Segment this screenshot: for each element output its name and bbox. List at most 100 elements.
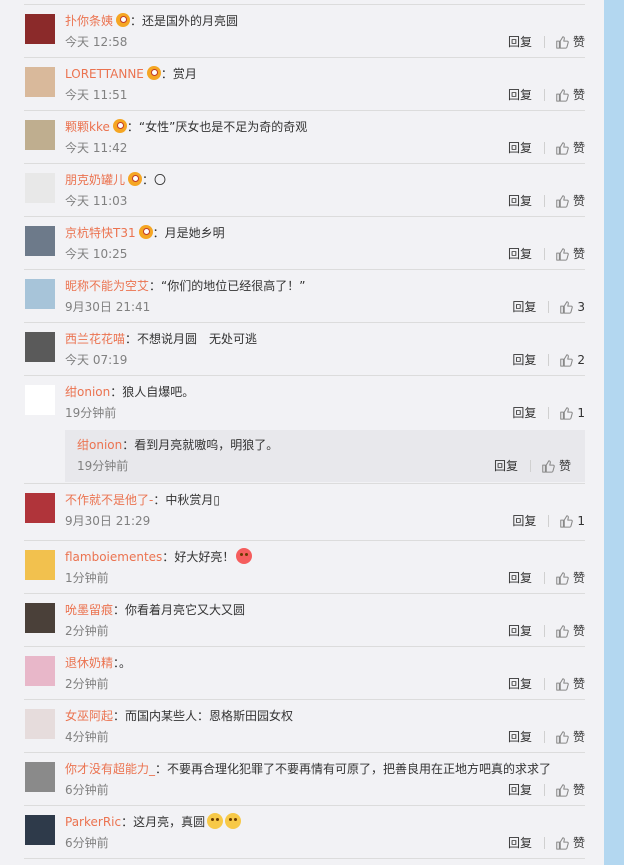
like-button[interactable]: 2	[559, 352, 585, 368]
reply-button[interactable]: 回复	[508, 140, 532, 156]
avatar[interactable]	[25, 173, 55, 203]
username-link[interactable]: 朋克奶罐儿	[65, 173, 125, 187]
comment-item: 退休奶精：。 2分钟前 回复 赞	[24, 646, 585, 700]
reply-button[interactable]: 回复	[508, 246, 532, 262]
comment-line: 不作就不是他了-：中秋赏月▯	[65, 491, 220, 509]
username-link[interactable]: LORETTANNE	[65, 67, 144, 81]
avatar[interactable]	[25, 762, 55, 792]
comment-colon: ：	[126, 120, 139, 134]
like-button[interactable]: 赞	[541, 458, 571, 474]
like-button[interactable]: 赞	[555, 87, 585, 103]
avatar[interactable]	[25, 120, 55, 150]
reply-button[interactable]: 回复	[508, 34, 532, 50]
like-button[interactable]: 赞	[555, 140, 585, 156]
action-separator	[543, 625, 545, 637]
action-separator	[543, 36, 545, 48]
thumbs-up-icon	[555, 624, 573, 638]
username-link[interactable]: 退休奶精	[65, 656, 113, 670]
avatar[interactable]	[25, 385, 55, 415]
comment-line: 朋克奶罐儿 ：〇	[65, 171, 166, 189]
like-button[interactable]: 1	[559, 513, 585, 529]
like-count: 赞	[572, 35, 585, 49]
comment-colon: ：	[121, 815, 134, 829]
comment-actions: 回复 2	[512, 352, 585, 368]
comment-colon: ：	[152, 226, 165, 240]
reply-button[interactable]: 回复	[494, 458, 518, 474]
comment-time: 4分钟前	[65, 730, 109, 744]
reply-button[interactable]: 回复	[508, 623, 532, 639]
like-button[interactable]: 3	[559, 299, 585, 315]
username-link[interactable]: 扑你条姨	[65, 14, 113, 28]
reply-button[interactable]: 回复	[508, 87, 532, 103]
avatar[interactable]	[25, 493, 55, 523]
username-link[interactable]: 女巫阿起	[65, 709, 113, 723]
action-separator	[543, 248, 545, 260]
username-link[interactable]: 吮墨留痕	[65, 603, 113, 617]
reply-button[interactable]: 回复	[508, 193, 532, 209]
comment-item: 京杭特快T31 ：月是她乡明 今天 10:25 回复 赞	[24, 216, 585, 270]
comment-text: 月是她乡明	[164, 226, 225, 240]
avatar[interactable]	[25, 14, 55, 44]
avatar[interactable]	[25, 226, 55, 256]
comment-item: 女巫阿起：而国内某些人：恩格斯田园女权 4分钟前 回复 赞	[24, 699, 585, 753]
avatar[interactable]	[25, 656, 55, 686]
avatar-image	[25, 603, 55, 633]
avatar[interactable]	[25, 603, 55, 633]
avatar[interactable]	[25, 709, 55, 739]
comment-line: 你才没有超能力_：不要再合理化犯罪了不要再情有可原了，把善良用在正地方吧真的求求…	[65, 760, 551, 778]
reply-button[interactable]: 回复	[508, 782, 532, 798]
username-link[interactable]: ParkerRic	[65, 815, 121, 829]
like-button[interactable]: 赞	[555, 193, 585, 209]
verified-badge-icon	[146, 66, 161, 80]
username-link[interactable]: 昵称不能为空艾	[65, 279, 149, 293]
avatar[interactable]	[25, 815, 55, 845]
like-button[interactable]: 赞	[555, 676, 585, 692]
avatar[interactable]	[25, 550, 55, 580]
avatar[interactable]	[25, 67, 55, 97]
username-link[interactable]: flamboiementes	[65, 550, 162, 564]
thumbs-up-icon	[555, 35, 573, 49]
like-button[interactable]: 1	[559, 405, 585, 421]
thumbs-up-icon	[555, 836, 573, 850]
like-button[interactable]: 赞	[555, 782, 585, 798]
like-button[interactable]: 赞	[555, 246, 585, 262]
avatar-image	[25, 815, 55, 845]
avatar[interactable]	[25, 332, 55, 362]
like-button[interactable]: 赞	[555, 623, 585, 639]
username-link[interactable]: 绀onion	[65, 385, 110, 399]
like-button[interactable]: 赞	[555, 570, 585, 586]
username-link[interactable]: 京杭特快T31	[65, 226, 136, 240]
heart-eyes-emoji-icon	[236, 548, 253, 564]
comment-time: 6分钟前	[65, 836, 109, 850]
like-count: 赞	[572, 624, 585, 638]
username-link[interactable]: 颗颗kke	[65, 120, 110, 134]
thumbs-up-icon	[555, 677, 573, 691]
like-button[interactable]: 赞	[555, 729, 585, 745]
action-separator	[543, 89, 545, 101]
action-separator	[543, 731, 545, 743]
username-link[interactable]: 西兰花花喵	[65, 332, 125, 346]
reply-button[interactable]: 回复	[512, 405, 536, 421]
avatar-image	[25, 709, 55, 739]
reply-button[interactable]: 回复	[508, 835, 532, 851]
reply-button[interactable]: 回复	[512, 513, 536, 529]
comment-actions: 回复 1	[512, 513, 585, 529]
avatar[interactable]	[25, 279, 55, 309]
reply-button[interactable]: 回复	[508, 729, 532, 745]
comment-time: 今天 12:58	[65, 35, 128, 49]
reply-button[interactable]: 回复	[512, 299, 536, 315]
thumbs-up-icon	[555, 141, 573, 155]
reply-colon: ：	[122, 438, 135, 452]
like-button[interactable]: 赞	[555, 835, 585, 851]
like-count: 赞	[572, 194, 585, 208]
like-button[interactable]: 赞	[555, 34, 585, 50]
username-link[interactable]: 不作就不是他了-	[65, 493, 153, 507]
reply-username-link[interactable]: 绀onion	[77, 438, 122, 452]
comment-actions: 回复 赞	[508, 676, 585, 692]
reply-button[interactable]: 回复	[508, 676, 532, 692]
reply-button[interactable]: 回复	[512, 352, 536, 368]
comment-actions: 回复 3	[512, 299, 585, 315]
reply-button[interactable]: 回复	[508, 570, 532, 586]
thumbs-up-icon	[555, 247, 573, 261]
username-link[interactable]: 你才没有超能力_	[65, 762, 155, 776]
